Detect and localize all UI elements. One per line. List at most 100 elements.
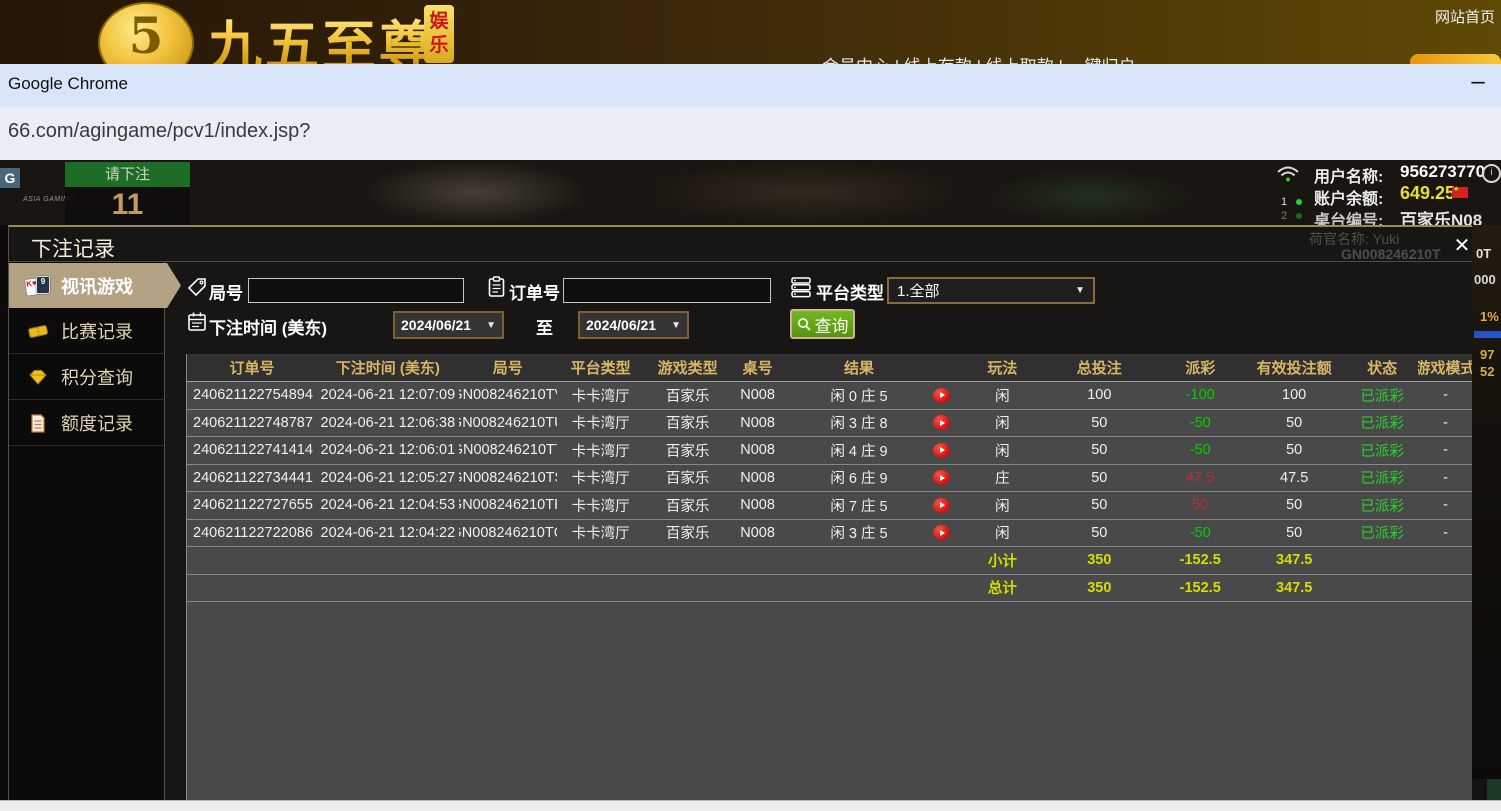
seat-marker-1: 1 xyxy=(1281,196,1287,208)
date-from-select[interactable]: 2024/06/21 ▼ xyxy=(393,311,504,339)
dialog-title: 下注记录 xyxy=(31,233,115,263)
subtotal-row: 小计350-152.5347.5 xyxy=(187,547,1472,575)
chevron-down-icon: ▼ xyxy=(671,320,681,331)
document-icon xyxy=(25,414,51,433)
cell-status: 已派彩 xyxy=(1346,410,1418,437)
replay-button[interactable] xyxy=(933,443,950,458)
cell-valid_bet: 50 xyxy=(1242,410,1346,437)
user-name-value: 956273770 xyxy=(1400,162,1485,182)
platform-type-select[interactable]: 1.全部 ▼ xyxy=(887,277,1095,304)
site-brand-title: 九五至尊 xyxy=(208,2,436,64)
diamond-icon xyxy=(25,368,51,386)
stream-table-glow xyxy=(980,168,1200,225)
table-header-row: 订单号下注时间 (美东)局号平台类型游戏类型桌号结果玩法总投注派彩有效投注额状态… xyxy=(187,354,1472,382)
cell-bet_time: 2024-06-21 12:04:22 xyxy=(317,520,459,547)
ticket-icon xyxy=(25,322,51,340)
cell-order_no: 240621122748787 xyxy=(187,410,317,437)
cell-order_no: 240621122754894 xyxy=(187,382,317,409)
game-no-input[interactable] xyxy=(248,278,464,303)
home-link[interactable]: 网站首页 xyxy=(1435,6,1495,27)
banner-nav-links[interactable]: 会员中心 | 线上存款 | 线上取款 | 一键归户 xyxy=(822,52,1136,64)
search-button[interactable]: 查询 xyxy=(790,309,855,339)
cell-payout: 47.5 xyxy=(1158,465,1242,492)
order-no-input[interactable] xyxy=(563,278,771,303)
sum-cell xyxy=(785,547,965,574)
cell-platform: 卡卡湾厅 xyxy=(557,437,645,464)
sidebar-item-quota-records[interactable]: 额度记录 xyxy=(9,401,164,446)
live-stream-background: G ASIA GAMING 请下注 11 1 2 用户名称: 956273770… xyxy=(0,160,1501,225)
cell-result: 闲 3 庄 8 xyxy=(785,410,965,437)
cell-order_no: 240621122734441 xyxy=(187,465,317,492)
sidebar-item-label: 额度记录 xyxy=(61,410,133,436)
banner-action-button[interactable] xyxy=(1410,54,1501,64)
column-header: 桌号 xyxy=(731,354,785,381)
badge-char: 乐 xyxy=(429,34,448,58)
sidebar-item-video-games[interactable]: K♥9 视讯游戏 xyxy=(9,263,181,308)
cell-game_type: 百家乐 xyxy=(645,465,731,492)
cell-mode: - xyxy=(1418,465,1472,492)
column-header: 派彩 xyxy=(1158,354,1242,381)
cell-game_type: 百家乐 xyxy=(645,520,731,547)
replay-button[interactable] xyxy=(933,388,950,403)
seat-dot-green xyxy=(1296,199,1302,205)
cell-game_type: 百家乐 xyxy=(645,492,731,519)
cell-valid_bet: 47.5 xyxy=(1242,465,1346,492)
window-title-bar: Google Chrome – xyxy=(0,64,1501,108)
background-fragment: 0T xyxy=(1476,246,1491,261)
search-icon xyxy=(797,317,812,332)
sum-cell xyxy=(317,575,459,602)
background-fragment: 97 xyxy=(1480,347,1494,362)
sum-cell: 347.5 xyxy=(1242,547,1346,574)
cell-game_no: GN008246210TQ xyxy=(459,520,557,547)
bet-countdown-panel: 请下注 11 xyxy=(65,162,190,225)
cell-result: 闲 6 庄 9 xyxy=(785,465,965,492)
background-block xyxy=(1472,779,1487,800)
table-row: 2406211227414142024-06-21 12:06:01GN0082… xyxy=(187,437,1472,465)
sidebar-item-points-inquiry[interactable]: 积分查询 xyxy=(9,355,164,400)
cell-result: 闲 3 庄 5 xyxy=(785,520,965,547)
cell-bet_side: 闲 xyxy=(964,382,1040,409)
cell-status: 已派彩 xyxy=(1346,465,1418,492)
sum-cell xyxy=(317,547,459,574)
cell-valid_bet: 50 xyxy=(1242,520,1346,547)
grand-total-row: 总计350-152.5347.5 xyxy=(187,575,1472,603)
date-to-select[interactable]: 2024/06/21 ▼ xyxy=(578,311,689,339)
url-text[interactable]: 66.com/agingame/pcv1/index.jsp? xyxy=(8,120,310,143)
site-banner: 5 九五至尊 娱 乐 网站首页 会员中心 | 线上存款 | 线上取款 | 一键归… xyxy=(0,0,1501,64)
cell-game_no: GN008246210TT xyxy=(459,437,557,464)
provider-logo: G xyxy=(0,168,20,188)
sum-cell xyxy=(785,575,965,602)
address-bar[interactable]: 66.com/agingame/pcv1/index.jsp? xyxy=(0,107,1501,162)
brand-badge: 娱 乐 xyxy=(424,5,454,63)
column-header: 总投注 xyxy=(1040,354,1158,381)
balance-value: 649.25 xyxy=(1400,183,1455,204)
minimize-button[interactable]: – xyxy=(1464,70,1492,98)
replay-button[interactable] xyxy=(933,470,950,485)
cell-platform: 卡卡湾厅 xyxy=(557,410,645,437)
column-header: 有效投注额 xyxy=(1242,354,1346,381)
cell-order_no: 240621122727655 xyxy=(187,492,317,519)
table-row: 2406211227548942024-06-21 12:07:09GN0082… xyxy=(187,382,1472,410)
cell-payout: -50 xyxy=(1158,437,1242,464)
cell-bet_time: 2024-06-21 12:06:38 xyxy=(317,410,459,437)
replay-button[interactable] xyxy=(933,415,950,430)
cell-total_bet: 50 xyxy=(1040,492,1158,519)
cell-total_bet: 100 xyxy=(1040,382,1158,409)
cell-game_no: GN008246210TR xyxy=(459,492,557,519)
date-to-value: 2024/06/21 xyxy=(586,317,656,333)
site-logo: 5 xyxy=(98,2,194,64)
sum-cell: -152.5 xyxy=(1158,575,1242,602)
sidebar-item-match-records[interactable]: 比赛记录 xyxy=(9,309,164,354)
chevron-down-icon: ▼ xyxy=(1075,285,1085,296)
game-no-label: 局号 xyxy=(209,279,243,304)
cell-mode: - xyxy=(1418,382,1472,409)
table-body: 2406211227548942024-06-21 12:07:09GN0082… xyxy=(187,382,1472,602)
sum-cell xyxy=(187,575,317,602)
info-icon[interactable]: i xyxy=(1482,164,1501,183)
replay-button[interactable] xyxy=(933,525,950,540)
replay-button[interactable] xyxy=(933,498,950,513)
table-row: 2406211227487872024-06-21 12:06:38GN0082… xyxy=(187,410,1472,438)
close-icon[interactable]: ✕ xyxy=(1449,233,1472,259)
cell-mode: - xyxy=(1418,520,1472,547)
cell-game_no: GN008246210TV xyxy=(459,382,557,409)
